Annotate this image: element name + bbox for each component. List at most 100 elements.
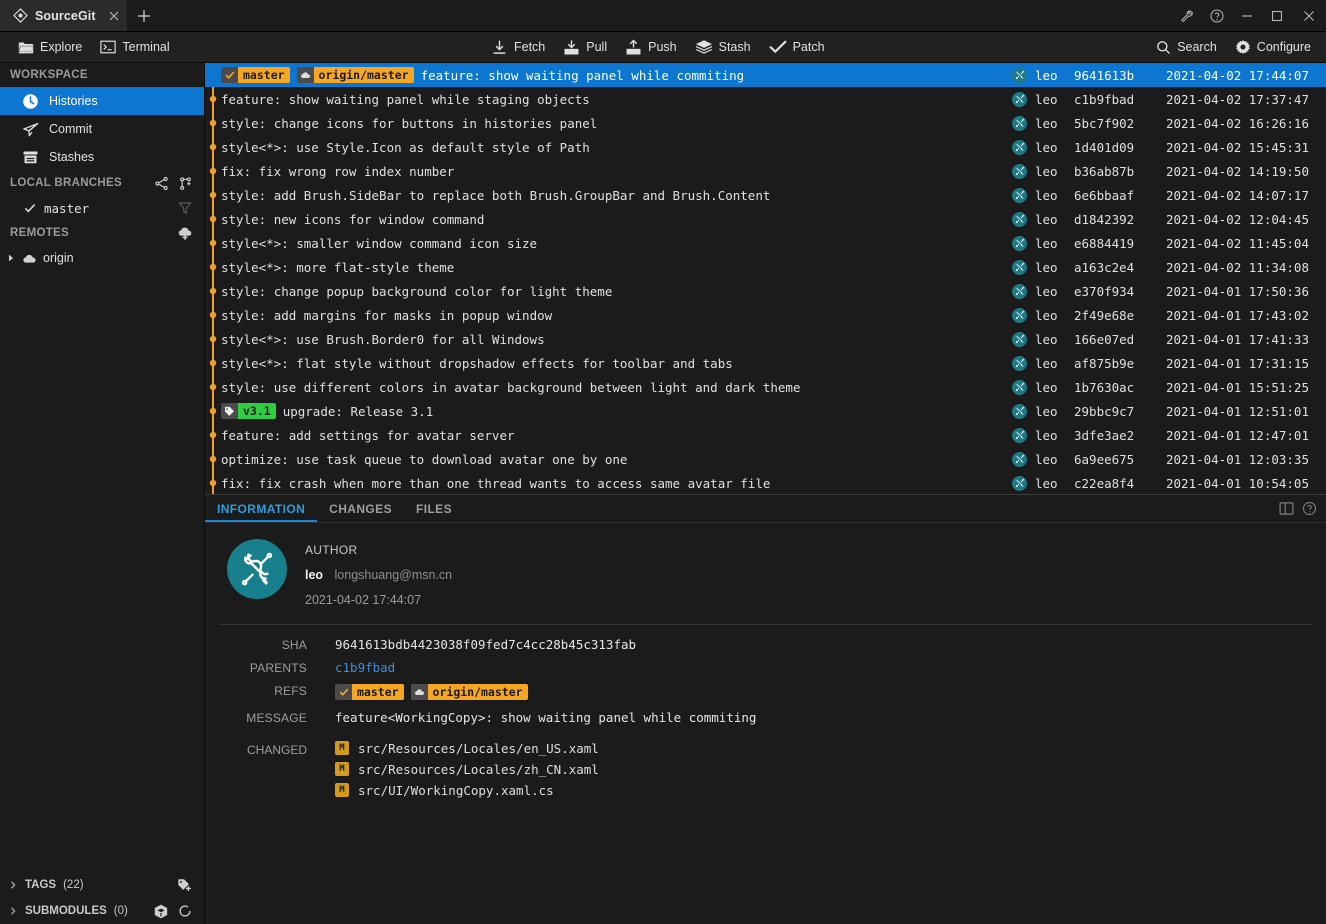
commit-row[interactable]: style: add margins for masks in popup wi… (205, 303, 1326, 327)
submodules-group-header[interactable]: SUBMODULES (0) (0, 898, 204, 924)
tab-changes[interactable]: CHANGES (317, 495, 404, 522)
tab-information[interactable]: INFORMATION (205, 495, 317, 522)
commit-row[interactable]: optimize: use task queue to download ava… (205, 447, 1326, 471)
ref-badge-label: origin/master (427, 683, 528, 700)
fetch-button[interactable]: Fetch (482, 32, 554, 63)
commit-subject: style<*>: use Style.Icon as default styl… (221, 139, 590, 155)
sidebar-item-label: Stashes (49, 150, 95, 164)
chevron-right-icon[interactable] (8, 906, 18, 916)
commit-row[interactable]: feature: show waiting panel while stagin… (205, 87, 1326, 111)
commit-row[interactable]: style: change popup background color for… (205, 279, 1326, 303)
close-icon[interactable] (1292, 0, 1326, 32)
commit-row[interactable]: style<*>: use Brush.Border0 for all Wind… (205, 327, 1326, 351)
commit-time: 2021-04-01 12:47:01 (1166, 427, 1309, 443)
commit-author: leo (1035, 283, 1058, 299)
tags-group-header[interactable]: TAGS (22) (0, 872, 204, 898)
configure-button[interactable]: Configure (1226, 32, 1320, 63)
changed-file-row[interactable]: Msrc/UI/WorkingCopy.xaml.cs (335, 783, 599, 798)
layout-toggle-icon[interactable] (1279, 501, 1294, 516)
sha-value[interactable]: 9641613bdb4423038f09fed7c4cc28b45c313fab (307, 637, 636, 652)
explore-button[interactable]: Explore (9, 32, 91, 63)
commit-author: leo (1035, 235, 1058, 251)
author-email: longshuang@msn.cn (334, 568, 453, 582)
commit-row[interactable]: style: use different colors in avatar ba… (205, 375, 1326, 399)
commit-author: leo (1035, 355, 1058, 371)
ref-badge-master[interactable]: master (335, 683, 404, 700)
push-label: Push (648, 40, 677, 54)
commit-subject-cell: master origin/master feature: show waiting… (205, 67, 1012, 83)
help-icon[interactable] (1302, 501, 1317, 516)
branch-merge-icon[interactable] (154, 176, 169, 191)
help-icon[interactable] (1202, 0, 1232, 32)
author-name: leo (305, 568, 324, 582)
filter-icon[interactable] (178, 201, 204, 215)
sidebar-bottom-groups: TAGS (22) SUBMODULES (0) (0, 872, 204, 924)
file-path: src/UI/WorkingCopy.xaml.cs (358, 782, 554, 798)
changed-file-row[interactable]: Msrc/Resources/Locales/en_US.xaml (335, 741, 599, 756)
commit-row[interactable]: style: change icons for buttons in histo… (205, 111, 1326, 135)
remote-add-icon[interactable] (177, 226, 193, 240)
commit-subject: style<*>: use Brush.Border0 for all Wind… (221, 331, 545, 347)
pull-button[interactable]: Pull (554, 32, 616, 63)
commit-row[interactable]: v3.1 upgrade: Release 3.1 leo 29bbc9c7 2021-… (205, 399, 1326, 423)
commit-sha: 166e07ed (1074, 331, 1135, 347)
push-button[interactable]: Push (616, 32, 686, 63)
sidebar-item-commit[interactable]: Commit (0, 115, 204, 143)
wrench-icon[interactable] (1172, 0, 1202, 32)
tag-add-icon[interactable] (177, 878, 192, 892)
tags-actions (177, 878, 204, 892)
ref-badge-origin-master[interactable]: origin/master (410, 683, 528, 700)
commit-row[interactable]: style: new icons for window command leo d1… (205, 207, 1326, 231)
commit-row[interactable]: style<*>: flat style without dropshadow … (205, 351, 1326, 375)
push-icon (625, 39, 642, 56)
commit-row[interactable]: feature: add settings for avatar server l… (205, 423, 1326, 447)
new-tab-button[interactable] (127, 0, 161, 31)
workspace-label: WORKSPACE (10, 69, 88, 81)
parents-value[interactable]: c1b9fbad (307, 660, 395, 675)
changed-file-row[interactable]: Msrc/Resources/Locales/zh_CN.xaml (335, 762, 599, 777)
commit-row[interactable]: master origin/master feature: show waiting… (205, 63, 1326, 87)
branch-new-icon[interactable] (178, 176, 193, 191)
minimize-icon[interactable] (1232, 0, 1262, 32)
patch-button[interactable]: Patch (760, 32, 834, 63)
tab-files[interactable]: FILES (404, 495, 464, 522)
commit-time: 2021-04-01 17:41:33 (1166, 331, 1309, 347)
ref-badge-v3-1[interactable]: v3.1 (221, 403, 276, 419)
author-time: 2021-04-02 17:44:07 (305, 593, 422, 607)
gear-icon (1235, 39, 1251, 55)
author-block: AUTHOR leo longshuang@msn.cn 2021-04-02 … (219, 539, 1312, 607)
ref-badge-master[interactable]: master (221, 67, 290, 83)
commit-row[interactable]: fix: fix wrong row index number leo b36ab8… (205, 159, 1326, 183)
search-button[interactable]: Search (1147, 32, 1226, 63)
chevron-right-icon[interactable] (8, 880, 18, 890)
commit-row[interactable]: style<*>: smaller window command icon si… (205, 231, 1326, 255)
stash-button[interactable]: Stash (686, 32, 760, 63)
check-icon (335, 683, 352, 700)
app-tab[interactable]: SourceGit (0, 0, 127, 31)
commit-author: leo (1035, 139, 1058, 155)
maximize-icon[interactable] (1262, 0, 1292, 32)
refresh-icon[interactable] (178, 904, 192, 918)
commit-list[interactable]: master origin/master feature: show waiting… (205, 63, 1326, 494)
close-icon[interactable] (109, 11, 119, 21)
commit-row[interactable]: style<*>: use Style.Icon as default styl… (205, 135, 1326, 159)
commit-row[interactable]: style: add Brush.SideBar to replace both… (205, 183, 1326, 207)
terminal-button[interactable]: Terminal (91, 32, 178, 63)
commit-row[interactable]: fix: fix crash when more than one thread… (205, 471, 1326, 494)
commit-author-cell: leo (1012, 259, 1074, 275)
commit-row[interactable]: style<*>: more flat-style theme leo a163c2… (205, 255, 1326, 279)
archive-icon (22, 149, 39, 166)
commit-subject-cell: style: change icons for buttons in histo… (205, 116, 1012, 131)
cube-icon[interactable] (154, 904, 168, 919)
remotes-actions (177, 226, 204, 240)
sidebar-branch-master[interactable]: master (0, 195, 204, 221)
send-icon (22, 121, 39, 138)
sidebar-item-stashes[interactable]: Stashes (0, 143, 204, 171)
chevron-right-icon[interactable] (6, 253, 16, 263)
ref-badge-origin-master[interactable]: origin/master (296, 67, 414, 83)
commit-author: leo (1035, 331, 1058, 347)
submodules-actions (154, 904, 204, 919)
submodules-count: (0) (113, 905, 128, 917)
sidebar-item-histories[interactable]: Histories (0, 87, 204, 115)
sidebar-remote-origin[interactable]: origin (0, 245, 204, 271)
